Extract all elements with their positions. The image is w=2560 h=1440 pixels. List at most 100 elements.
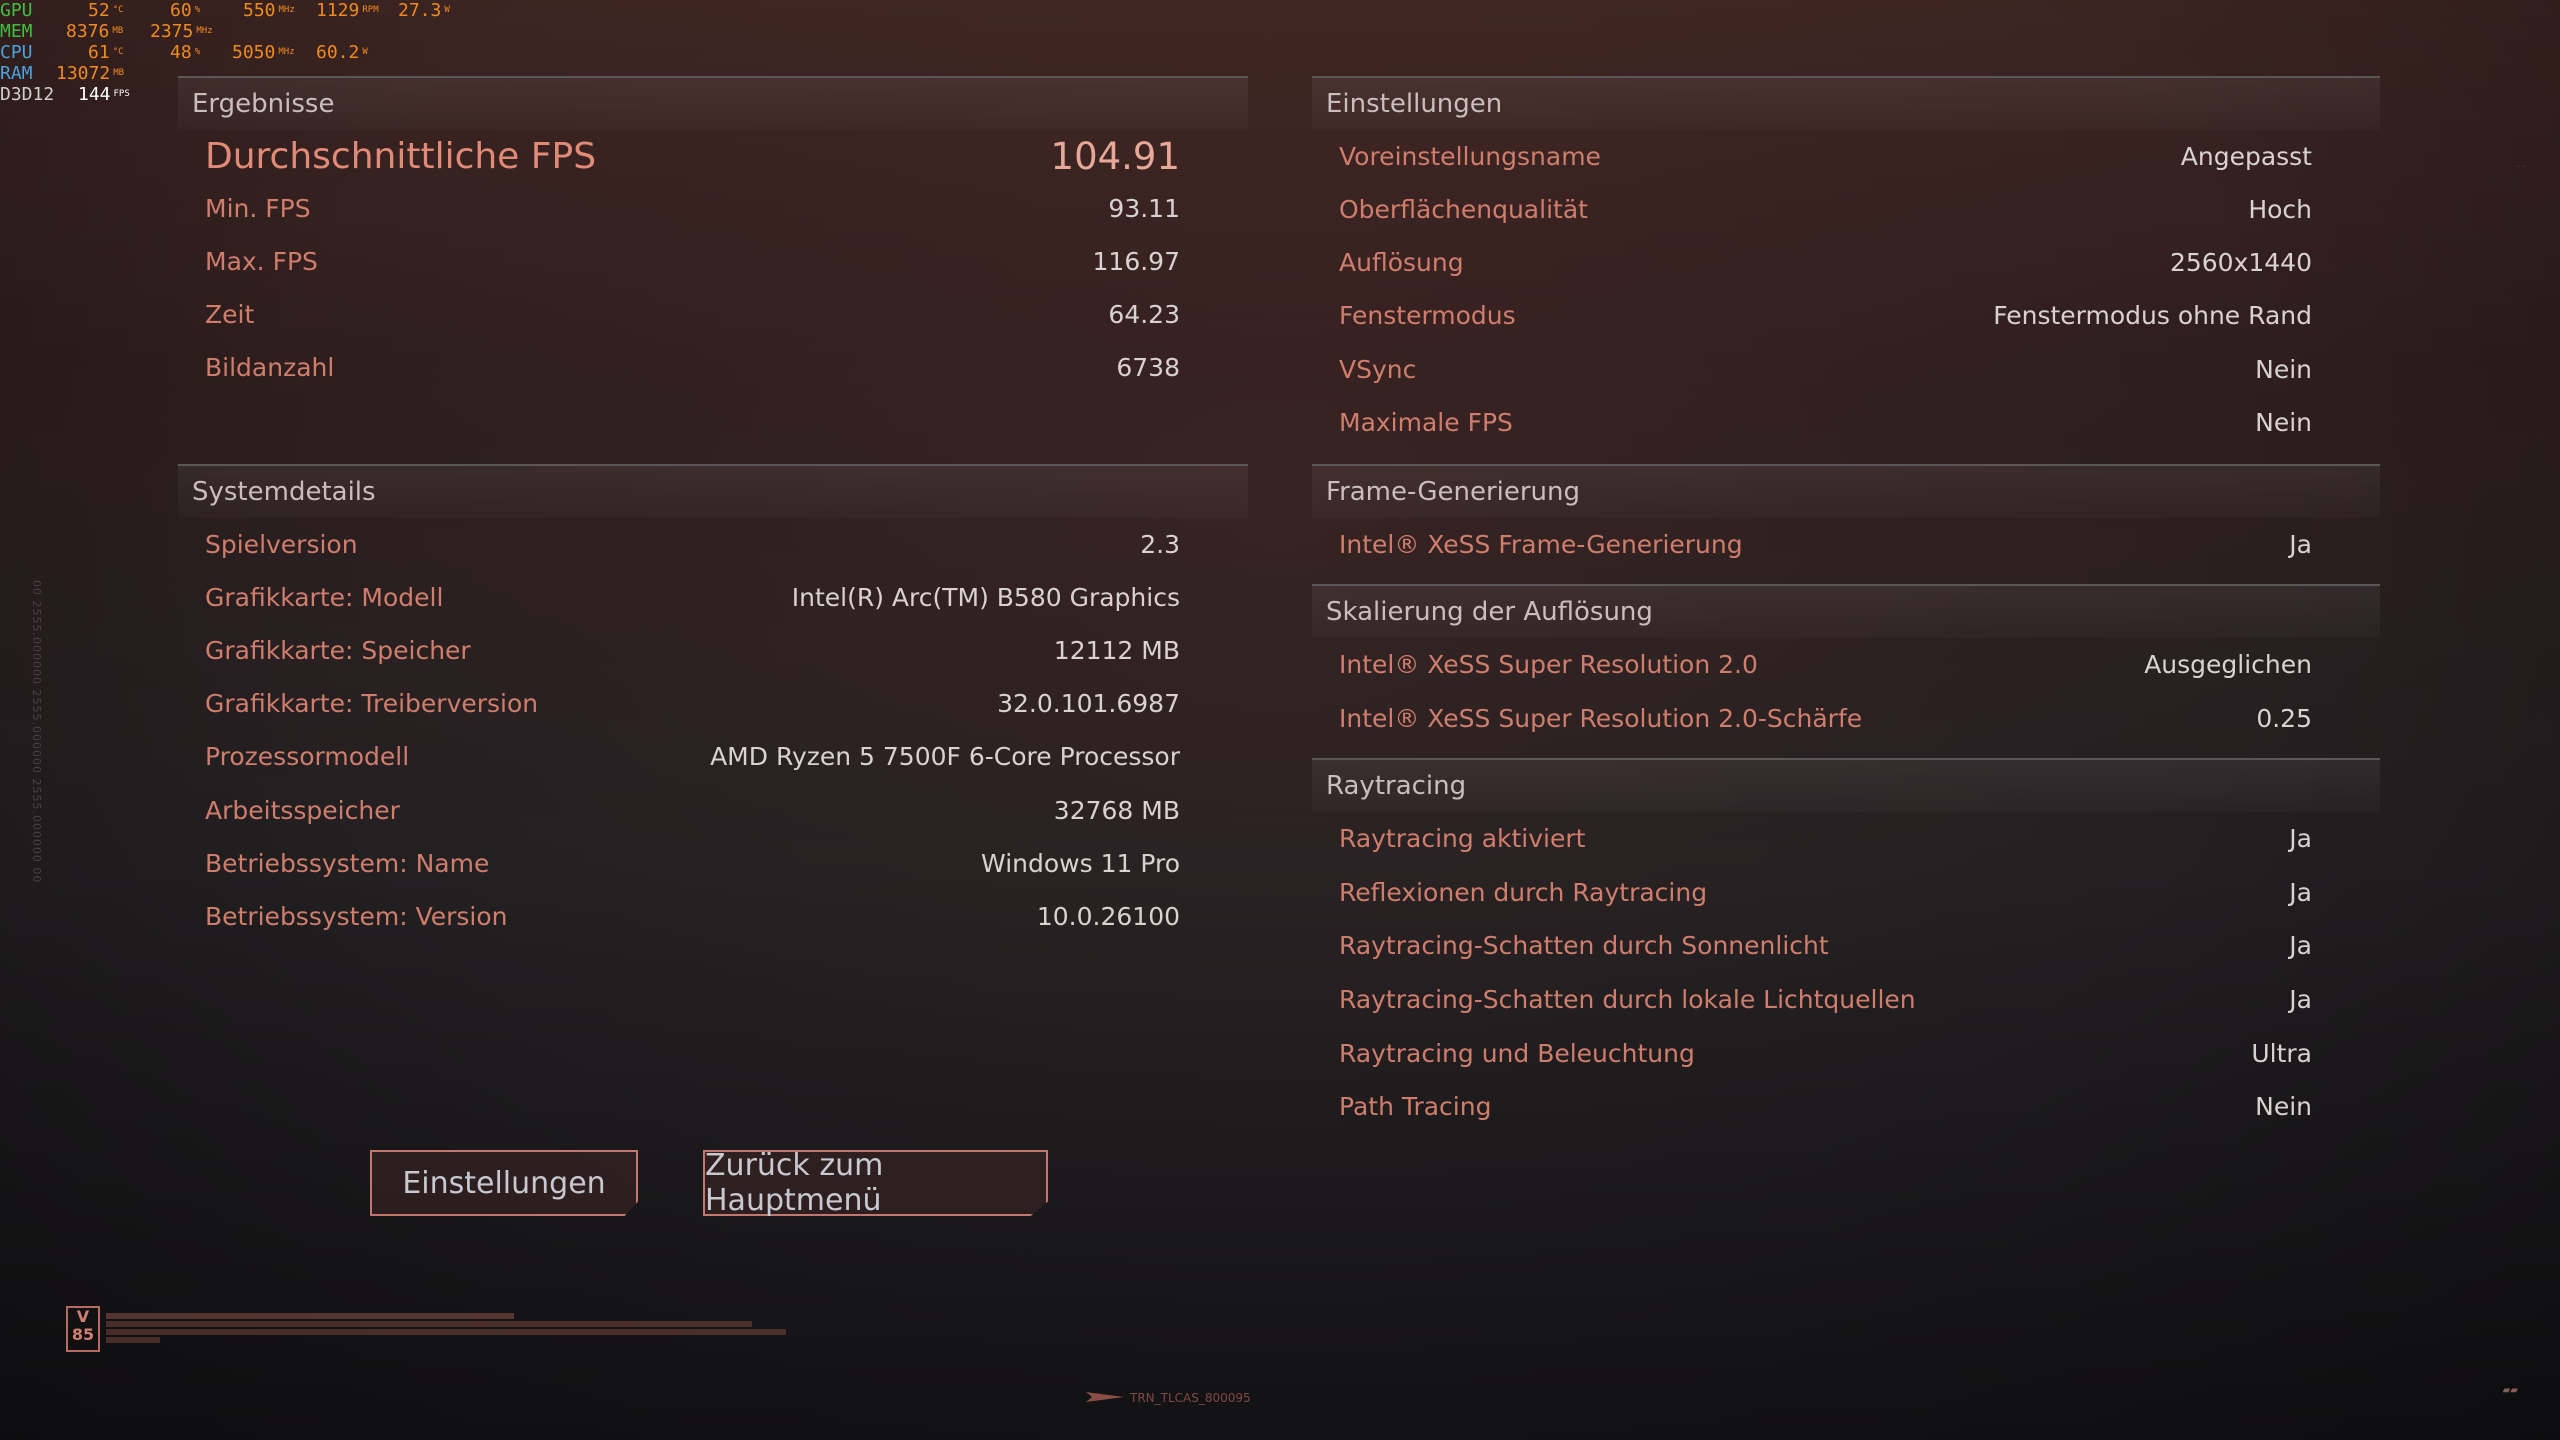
system-label: Grafikkarte: Modell	[205, 582, 444, 612]
settings-label: Auflösung	[1339, 247, 1464, 277]
result-label: Zeit	[205, 299, 255, 329]
back-to-main-menu-button[interactable]: Zurück zum Hauptmenü	[703, 1150, 1048, 1216]
system-value: AMD Ryzen 5 7500F 6-Core Processor	[710, 741, 1180, 771]
frame-gen-title: Frame-Generierung	[1312, 464, 2380, 518]
settings-label: Oberflächenqualität	[1339, 194, 1588, 224]
system-label: Grafikkarte: Speicher	[205, 635, 471, 665]
overlay-label: CPU	[0, 42, 33, 63]
overlay-label: RAM	[0, 63, 33, 84]
corner-logo-icon: ▰▰	[2502, 1385, 2518, 1396]
raytracing-label: Raytracing aktiviert	[1339, 823, 1586, 853]
raytracing-value: Ja	[2289, 930, 2312, 960]
system-value: 12112 MB	[1053, 635, 1180, 665]
raytracing-row: Raytracing-Schatten durch lokale Lichtqu…	[1312, 973, 2380, 1025]
scaling-row: Intel® XeSS Super Resolution 2.0-Schärfe…	[1312, 692, 2380, 744]
settings-row: Oberflächenqualität Hoch	[1312, 183, 2380, 235]
system-row: Betriebssystem: Name Windows 11 Pro	[178, 837, 1248, 889]
frame-generation-panel: Frame-Generierung Intel® XeSS Frame-Gene…	[1312, 464, 2380, 582]
results-panel: Ergebnisse Durchschnittliche FPS 104.91 …	[178, 76, 1248, 456]
scaling-row: Intel® XeSS Super Resolution 2.0 Ausgegl…	[1312, 638, 2380, 690]
raytracing-label: Raytracing und Beleuchtung	[1339, 1038, 1695, 1068]
settings-label: Fenstermodus	[1339, 300, 1516, 330]
decorative-mark: · ·	[2516, 162, 2526, 173]
result-label: Max. FPS	[205, 246, 318, 276]
system-label: Prozessormodell	[205, 741, 410, 771]
system-row: Spielversion 2.3	[178, 518, 1248, 570]
result-row: Zeit 64.23	[178, 288, 1248, 340]
settings-row: Fenstermodus Fenstermodus ohne Rand	[1312, 289, 2380, 341]
system-value: 10.0.26100	[1036, 901, 1180, 931]
raytracing-value: Ja	[2289, 877, 2312, 907]
result-value: 93.11	[1108, 193, 1180, 223]
overlay-value: 52 °C	[88, 0, 124, 21]
raytracing-row: Path Tracing Nein	[1312, 1080, 2380, 1132]
arrow-icon	[1086, 1392, 1124, 1402]
settings-value: Angepasst	[2180, 141, 2312, 171]
result-row: Max. FPS 116.97	[178, 235, 1248, 287]
settings-row: VSync Nein	[1312, 343, 2380, 395]
settings-value: Nein	[2255, 407, 2312, 437]
overlay-label: GPU	[0, 0, 33, 21]
system-row: Betriebssystem: Version 10.0.26100	[178, 890, 1248, 942]
system-row: Grafikkarte: Speicher 12112 MB	[178, 624, 1248, 676]
side-vertical-text: 00 2555.000000 2555.000000 2555.000000 0…	[30, 580, 43, 884]
system-value: 2.3	[1140, 529, 1180, 559]
result-value: 116.97	[1092, 246, 1180, 276]
raytracing-value: Nein	[2255, 1091, 2312, 1121]
version-badge: V 85	[66, 1306, 100, 1352]
system-details-panel: Systemdetails Spielversion 2.3 Grafikkar…	[178, 464, 1248, 964]
overlay-value: 2375 MHz	[150, 21, 213, 42]
avg-fps-value: 104.91	[1050, 134, 1180, 178]
settings-button[interactable]: Einstellungen	[370, 1150, 638, 1216]
result-value: 6738	[1116, 352, 1180, 382]
system-value: Windows 11 Pro	[981, 848, 1180, 878]
results-title: Ergebnisse	[178, 76, 1248, 130]
raytracing-label: Path Tracing	[1339, 1091, 1492, 1121]
system-value: Intel(R) Arc(TM) B580 Graphics	[791, 582, 1180, 612]
settings-value: Fenstermodus ohne Rand	[1993, 300, 2312, 330]
scaling-label: Intel® XeSS Super Resolution 2.0	[1339, 649, 1758, 679]
system-value: 32768 MB	[1053, 795, 1180, 825]
scaling-label: Intel® XeSS Super Resolution 2.0-Schärfe	[1339, 703, 1863, 733]
system-row: Prozessormodell AMD Ryzen 5 7500F 6-Core…	[178, 730, 1248, 782]
overlay-value: 550 MHz	[243, 0, 295, 21]
resolution-scaling-panel: Skalierung der Auflösung Intel® XeSS Sup…	[1312, 584, 2380, 754]
overlay-value: 61 °C	[88, 42, 124, 63]
settings-label: Maximale FPS	[1339, 407, 1513, 437]
result-label: Min. FPS	[205, 193, 311, 223]
system-title: Systemdetails	[178, 464, 1248, 518]
scaling-value: 0.25	[2256, 703, 2312, 733]
raytracing-row: Raytracing aktiviert Ja	[1312, 812, 2380, 864]
overlay-value: 60%	[170, 0, 201, 21]
result-row: Bildanzahl 6738	[178, 341, 1248, 393]
settings-value: Hoch	[2248, 194, 2312, 224]
raytracing-value: Ultra	[2251, 1038, 2312, 1068]
result-label: Bildanzahl	[205, 352, 335, 382]
scaling-title: Skalierung der Auflösung	[1312, 584, 2380, 638]
avg-fps-label: Durchschnittliche FPS	[205, 135, 597, 177]
settings-value: Nein	[2255, 354, 2312, 384]
system-row: Grafikkarte: Treiberversion 32.0.101.698…	[178, 677, 1248, 729]
overlay-value: 8376 MB	[66, 21, 124, 42]
overlay-value: 5050 MHz	[232, 42, 295, 63]
frame-gen-label: Intel® XeSS Frame-Generierung	[1339, 529, 1743, 559]
settings-panel: Einstellungen Voreinstellungsname Angepa…	[1312, 76, 2380, 462]
system-label: Arbeitsspeicher	[205, 795, 400, 825]
raytracing-label: Reflexionen durch Raytracing	[1339, 877, 1708, 907]
overlay-value: 60.2 W	[316, 42, 368, 63]
result-row: Min. FPS 93.11	[178, 182, 1248, 234]
system-row: Grafikkarte: Modell Intel(R) Arc(TM) B58…	[178, 571, 1248, 623]
system-value: 32.0.101.6987	[997, 688, 1180, 718]
frame-gen-value: Ja	[2289, 529, 2312, 559]
frame-gen-row: Intel® XeSS Frame-Generierung Ja	[1312, 518, 2380, 570]
footer-code: TRN_TLCAS_800095	[1130, 1391, 1251, 1405]
overlay-fps-value: 144 FPS	[78, 84, 130, 105]
avg-fps-row: Durchschnittliche FPS 104.91	[178, 130, 1248, 182]
system-label: Betriebssystem: Version	[205, 901, 508, 931]
raytracing-title: Raytracing	[1312, 758, 2380, 812]
overlay-label: D3D12	[0, 84, 55, 105]
system-label: Spielversion	[205, 529, 358, 559]
settings-title: Einstellungen	[1312, 76, 2380, 130]
overlay-label: MEM	[0, 21, 33, 42]
raytracing-row: Reflexionen durch Raytracing Ja	[1312, 866, 2380, 918]
